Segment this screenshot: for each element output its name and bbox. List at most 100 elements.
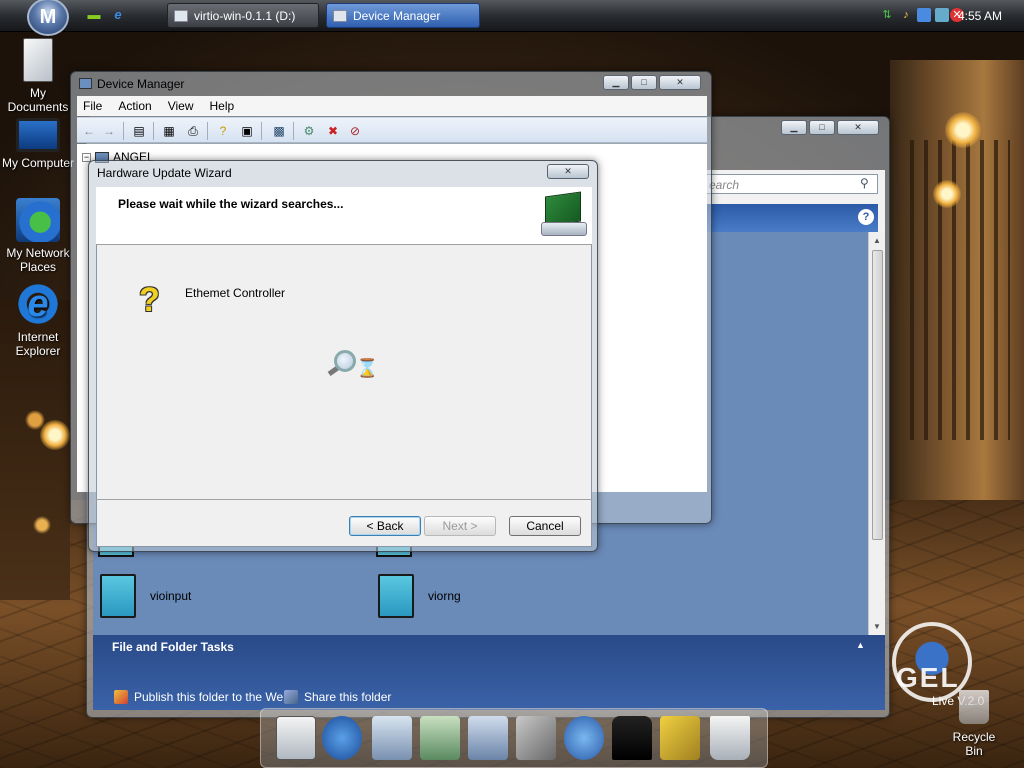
desktop-icon-label: My Documents xyxy=(7,86,69,114)
window-title: Hardware Update Wizard xyxy=(97,166,232,180)
toolbar-separator xyxy=(153,122,154,140)
view-icon[interactable]: ▣ xyxy=(239,123,255,139)
dock-pictures-folder-icon[interactable] xyxy=(468,716,508,760)
cancel-button[interactable]: Cancel xyxy=(509,516,581,536)
file-name: viorng xyxy=(428,589,461,603)
back-arrow-icon[interactable]: ← xyxy=(81,123,97,139)
windows-tray-icon[interactable] xyxy=(917,8,931,22)
dock-music-folder-icon[interactable] xyxy=(420,716,460,760)
desktop-icon-label: Internet Explorer xyxy=(15,330,61,358)
minimize-button[interactable]: ▁ xyxy=(603,75,629,90)
dock-notepad-icon[interactable] xyxy=(276,716,316,760)
scan-hardware-icon[interactable]: ▩ xyxy=(271,123,287,139)
show-desktop-icon[interactable]: ▬ xyxy=(86,7,102,23)
show-hide-tree-icon[interactable]: ▤ xyxy=(131,123,147,139)
properties-icon[interactable]: ▦ xyxy=(161,123,177,139)
street-lamp xyxy=(40,420,70,450)
back-button[interactable]: < Back xyxy=(349,516,421,536)
dock-settings-icon[interactable] xyxy=(660,716,700,760)
card-base xyxy=(541,222,587,236)
print-icon[interactable]: ⎙ xyxy=(185,123,201,139)
scroll-down-icon[interactable]: ▼ xyxy=(873,622,881,631)
menu-help[interactable]: Help xyxy=(210,99,235,113)
desktop-icon-label: My Network Places xyxy=(6,246,70,274)
dock-tools-icon[interactable] xyxy=(516,716,556,760)
menu-file[interactable]: File xyxy=(83,99,102,113)
task-link-publish[interactable]: Publish this folder to the Web xyxy=(114,690,290,704)
forward-arrow-icon[interactable]: → xyxy=(101,123,117,139)
wizard-header xyxy=(96,187,592,245)
window-controls: ▁ □ ✕ xyxy=(603,75,701,90)
maximize-button[interactable]: □ xyxy=(631,75,657,90)
drive-icon xyxy=(174,9,188,22)
close-button[interactable]: ✕ xyxy=(659,75,701,90)
toolbar-separator xyxy=(293,122,294,140)
search-icon[interactable]: ⚲ xyxy=(860,176,869,190)
desktop-icon-recycle-bin[interactable]: Recycle Bin xyxy=(944,690,1004,758)
start-button[interactable]: M xyxy=(27,0,69,36)
taskbar-button-virtio[interactable]: virtio-win-0.1.1 (D:) xyxy=(167,3,319,28)
desktop-icon-my-computer[interactable]: My Computer xyxy=(0,118,76,170)
task-link-label: Share this folder xyxy=(304,690,392,704)
window-title: Device Manager xyxy=(97,77,185,91)
scrollbar-thumb[interactable] xyxy=(872,250,883,540)
list-item[interactable]: viorng xyxy=(378,574,461,618)
clock[interactable]: 4:55 AM xyxy=(958,9,1002,23)
desktop-icon-network-places[interactable]: My Network Places xyxy=(0,198,76,274)
dock-recycle-icon[interactable] xyxy=(710,716,750,760)
help-icon[interactable]: ? xyxy=(858,209,874,225)
my-computer-icon xyxy=(16,118,60,152)
speaker-tray-icon[interactable]: ♪ xyxy=(899,8,913,22)
menu-bar: File Action View Help xyxy=(77,96,707,116)
toolbar-separator xyxy=(207,122,208,140)
share-folder-icon xyxy=(284,690,298,704)
minimize-button[interactable]: ▁ xyxy=(781,120,807,135)
dock-network-icon[interactable] xyxy=(564,716,604,760)
uninstall-icon[interactable]: ✖ xyxy=(325,123,341,139)
update-driver-icon[interactable]: ⚙ xyxy=(301,123,317,139)
device-manager-icon xyxy=(79,78,92,89)
device-manager-icon xyxy=(333,9,347,22)
tasks-pane-title[interactable]: File and Folder Tasks xyxy=(112,640,234,654)
taskbar-button-device-manager[interactable]: Device Manager xyxy=(326,3,480,28)
window-controls: ✕ xyxy=(547,164,589,179)
scroll-up-icon[interactable]: ▲ xyxy=(873,236,881,245)
disable-device-icon[interactable]: ⊘ xyxy=(347,123,363,139)
dock-globe-icon[interactable] xyxy=(322,716,362,760)
help-topic-icon[interactable]: ? xyxy=(215,123,231,139)
folder-icon xyxy=(378,574,414,618)
menu-action[interactable]: Action xyxy=(118,99,151,113)
desktop-icon-label: Recycle Bin xyxy=(952,730,996,758)
desktop-icon-internet-explorer[interactable]: e Internet Explorer xyxy=(0,282,76,358)
update-tray-icon[interactable] xyxy=(935,8,949,22)
dock-tshirt-icon[interactable] xyxy=(612,716,652,760)
window-controls: ▁ □ ✕ xyxy=(781,120,879,135)
task-link-label: Publish this folder to the Web xyxy=(134,690,290,704)
internet-explorer-icon[interactable]: e xyxy=(110,7,126,23)
unknown-device-icon: ? xyxy=(139,281,160,319)
close-button[interactable]: ✕ xyxy=(547,164,589,179)
street-lamp xyxy=(945,112,981,148)
list-item[interactable]: vioinput xyxy=(100,574,191,618)
toolbar-separator xyxy=(261,122,262,140)
folder-icon xyxy=(100,574,136,618)
collapse-icon[interactable]: ▲ xyxy=(856,640,865,650)
desktop-icon-my-documents[interactable]: My Documents xyxy=(0,38,76,114)
vertical-scrollbar[interactable]: ▲ ▼ xyxy=(868,232,885,635)
dock-folder-icon[interactable] xyxy=(372,716,412,760)
task-link-share[interactable]: Share this folder xyxy=(284,690,391,704)
wizard-heading: Please wait while the wizard searches... xyxy=(118,197,344,211)
maximize-button[interactable]: □ xyxy=(809,120,835,135)
magnifier-lens xyxy=(334,350,356,372)
menu-view[interactable]: View xyxy=(168,99,194,113)
recycle-bin-icon xyxy=(959,690,989,724)
next-button[interactable]: Next > xyxy=(424,516,496,536)
searching-animation-icon: ⌛ xyxy=(327,348,378,382)
search-input[interactable]: earch xyxy=(700,174,878,194)
taskbar: M ▬ e virtio-win-0.1.1 (D:) Device Manag… xyxy=(0,0,1024,36)
desktop-icon-label: My Computer xyxy=(1,156,75,170)
close-button[interactable]: ✕ xyxy=(837,120,879,135)
taskbar-button-label: virtio-win-0.1.1 (D:) xyxy=(194,8,296,23)
toolbar-separator xyxy=(123,122,124,140)
network-tray-icon[interactable]: ⇅ xyxy=(880,8,894,22)
